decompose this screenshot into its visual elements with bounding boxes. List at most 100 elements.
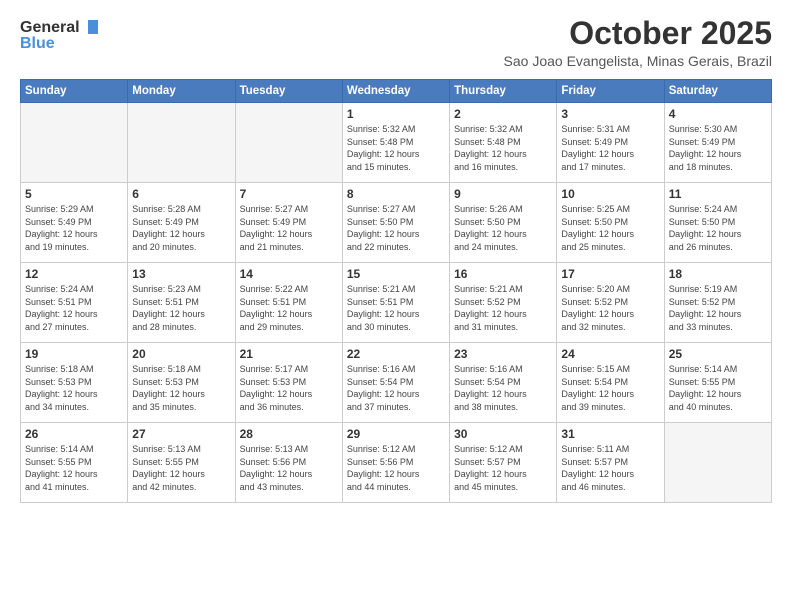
day-number: 27 (132, 427, 230, 441)
day-info: Sunrise: 5:31 AM Sunset: 5:49 PM Dayligh… (561, 123, 659, 173)
day-info: Sunrise: 5:12 AM Sunset: 5:56 PM Dayligh… (347, 443, 445, 493)
day-number: 8 (347, 187, 445, 201)
day-number: 11 (669, 187, 767, 201)
day-info: Sunrise: 5:18 AM Sunset: 5:53 PM Dayligh… (132, 363, 230, 413)
day-info: Sunrise: 5:12 AM Sunset: 5:57 PM Dayligh… (454, 443, 552, 493)
week-row-0: 1 Sunrise: 5:32 AM Sunset: 5:48 PM Daylig… (21, 103, 772, 183)
location: Sao Joao Evangelista, Minas Gerais, Braz… (504, 53, 772, 69)
day-cell: 23 Sunrise: 5:16 AM Sunset: 5:54 PM Dayli… (450, 343, 557, 423)
day-number: 9 (454, 187, 552, 201)
day-number: 23 (454, 347, 552, 361)
day-number: 18 (669, 267, 767, 281)
calendar-page: GeneralBlue October 2025 Sao Joao Evange… (0, 0, 792, 612)
day-number: 3 (561, 107, 659, 121)
day-info: Sunrise: 5:18 AM Sunset: 5:53 PM Dayligh… (25, 363, 123, 413)
day-number: 12 (25, 267, 123, 281)
day-cell: 27Sunrise: 5:13 AM Sunset: 5:55 PM Dayli… (128, 423, 235, 503)
day-cell: 3 Sunrise: 5:31 AM Sunset: 5:49 PM Daylig… (557, 103, 664, 183)
day-cell: 4 Sunrise: 5:30 AM Sunset: 5:49 PM Daylig… (664, 103, 771, 183)
day-number: 26 (25, 427, 123, 441)
day-cell: 28Sunrise: 5:13 AM Sunset: 5:56 PM Dayli… (235, 423, 342, 503)
day-info: Sunrise: 5:21 AM Sunset: 5:51 PM Dayligh… (347, 283, 445, 333)
day-cell: 2 Sunrise: 5:32 AM Sunset: 5:48 PM Daylig… (450, 103, 557, 183)
day-cell: 5 Sunrise: 5:29 AM Sunset: 5:49 PM Daylig… (21, 183, 128, 263)
day-info: Sunrise: 5:20 AM Sunset: 5:52 PM Dayligh… (561, 283, 659, 333)
logo: GeneralBlue (20, 16, 100, 54)
header-cell-sunday: Sunday (21, 80, 128, 103)
day-number: 10 (561, 187, 659, 201)
day-number: 30 (454, 427, 552, 441)
day-cell: 30 Sunrise: 5:12 AM Sunset: 5:57 PM Dayli… (450, 423, 557, 503)
day-info: Sunrise: 5:32 AM Sunset: 5:48 PM Dayligh… (454, 123, 552, 173)
week-row-3: 19Sunrise: 5:18 AM Sunset: 5:53 PM Dayli… (21, 343, 772, 423)
day-cell: 16Sunrise: 5:21 AM Sunset: 5:52 PM Dayli… (450, 263, 557, 343)
calendar-table: SundayMondayTuesdayWednesdayThursdayFrid… (20, 79, 772, 503)
day-cell (21, 103, 128, 183)
day-info: Sunrise: 5:24 AM Sunset: 5:51 PM Dayligh… (25, 283, 123, 333)
week-row-1: 5 Sunrise: 5:29 AM Sunset: 5:49 PM Daylig… (21, 183, 772, 263)
day-info: Sunrise: 5:14 AM Sunset: 5:55 PM Dayligh… (669, 363, 767, 413)
day-number: 15 (347, 267, 445, 281)
day-info: Sunrise: 5:17 AM Sunset: 5:53 PM Dayligh… (240, 363, 338, 413)
day-number: 2 (454, 107, 552, 121)
day-cell: 11Sunrise: 5:24 AM Sunset: 5:50 PM Dayli… (664, 183, 771, 263)
title-block: October 2025 Sao Joao Evangelista, Minas… (504, 16, 772, 69)
calendar-body: 1 Sunrise: 5:32 AM Sunset: 5:48 PM Daylig… (21, 103, 772, 503)
day-cell: 15 Sunrise: 5:21 AM Sunset: 5:51 PM Dayli… (342, 263, 449, 343)
day-info: Sunrise: 5:19 AM Sunset: 5:52 PM Dayligh… (669, 283, 767, 333)
day-number: 29 (347, 427, 445, 441)
day-number: 21 (240, 347, 338, 361)
day-cell: 14Sunrise: 5:22 AM Sunset: 5:51 PM Dayli… (235, 263, 342, 343)
day-cell: 25Sunrise: 5:14 AM Sunset: 5:55 PM Dayli… (664, 343, 771, 423)
header-cell-monday: Monday (128, 80, 235, 103)
day-number: 14 (240, 267, 338, 281)
day-number: 4 (669, 107, 767, 121)
day-number: 20 (132, 347, 230, 361)
day-number: 6 (132, 187, 230, 201)
day-cell: 29 Sunrise: 5:12 AM Sunset: 5:56 PM Dayli… (342, 423, 449, 503)
day-info: Sunrise: 5:16 AM Sunset: 5:54 PM Dayligh… (454, 363, 552, 413)
svg-text:General: General (20, 19, 80, 36)
day-info: Sunrise: 5:14 AM Sunset: 5:55 PM Dayligh… (25, 443, 123, 493)
day-info: Sunrise: 5:28 AM Sunset: 5:49 PM Dayligh… (132, 203, 230, 253)
day-cell: 31Sunrise: 5:11 AM Sunset: 5:57 PM Dayli… (557, 423, 664, 503)
day-info: Sunrise: 5:25 AM Sunset: 5:50 PM Dayligh… (561, 203, 659, 253)
day-info: Sunrise: 5:30 AM Sunset: 5:49 PM Dayligh… (669, 123, 767, 173)
day-number: 1 (347, 107, 445, 121)
day-info: Sunrise: 5:26 AM Sunset: 5:50 PM Dayligh… (454, 203, 552, 253)
day-cell: 24Sunrise: 5:15 AM Sunset: 5:54 PM Dayli… (557, 343, 664, 423)
header-cell-tuesday: Tuesday (235, 80, 342, 103)
day-cell: 18 Sunrise: 5:19 AM Sunset: 5:52 PM Dayli… (664, 263, 771, 343)
day-info: Sunrise: 5:13 AM Sunset: 5:56 PM Dayligh… (240, 443, 338, 493)
header-cell-thursday: Thursday (450, 80, 557, 103)
calendar-header: SundayMondayTuesdayWednesdayThursdayFrid… (21, 80, 772, 103)
month-title: October 2025 (504, 16, 772, 51)
header: GeneralBlue October 2025 Sao Joao Evange… (20, 16, 772, 69)
day-info: Sunrise: 5:16 AM Sunset: 5:54 PM Dayligh… (347, 363, 445, 413)
day-info: Sunrise: 5:32 AM Sunset: 5:48 PM Dayligh… (347, 123, 445, 173)
header-cell-friday: Friday (557, 80, 664, 103)
day-info: Sunrise: 5:29 AM Sunset: 5:49 PM Dayligh… (25, 203, 123, 253)
week-row-2: 12 Sunrise: 5:24 AM Sunset: 5:51 PM Dayli… (21, 263, 772, 343)
day-cell: 1 Sunrise: 5:32 AM Sunset: 5:48 PM Daylig… (342, 103, 449, 183)
week-row-4: 26 Sunrise: 5:14 AM Sunset: 5:55 PM Dayli… (21, 423, 772, 503)
day-cell: 10 Sunrise: 5:25 AM Sunset: 5:50 PM Dayli… (557, 183, 664, 263)
day-cell: 17 Sunrise: 5:20 AM Sunset: 5:52 PM Dayli… (557, 263, 664, 343)
day-cell: 20 Sunrise: 5:18 AM Sunset: 5:53 PM Dayli… (128, 343, 235, 423)
day-cell: 22 Sunrise: 5:16 AM Sunset: 5:54 PM Dayli… (342, 343, 449, 423)
day-number: 13 (132, 267, 230, 281)
day-cell (128, 103, 235, 183)
day-cell: 19Sunrise: 5:18 AM Sunset: 5:53 PM Dayli… (21, 343, 128, 423)
day-cell: 21 Sunrise: 5:17 AM Sunset: 5:53 PM Dayli… (235, 343, 342, 423)
header-cell-wednesday: Wednesday (342, 80, 449, 103)
day-cell: 6 Sunrise: 5:28 AM Sunset: 5:49 PM Daylig… (128, 183, 235, 263)
day-number: 22 (347, 347, 445, 361)
day-number: 7 (240, 187, 338, 201)
day-info: Sunrise: 5:21 AM Sunset: 5:52 PM Dayligh… (454, 283, 552, 333)
day-cell: 13Sunrise: 5:23 AM Sunset: 5:51 PM Dayli… (128, 263, 235, 343)
day-number: 5 (25, 187, 123, 201)
header-cell-saturday: Saturday (664, 80, 771, 103)
day-number: 17 (561, 267, 659, 281)
day-number: 24 (561, 347, 659, 361)
day-cell: 26 Sunrise: 5:14 AM Sunset: 5:55 PM Dayli… (21, 423, 128, 503)
